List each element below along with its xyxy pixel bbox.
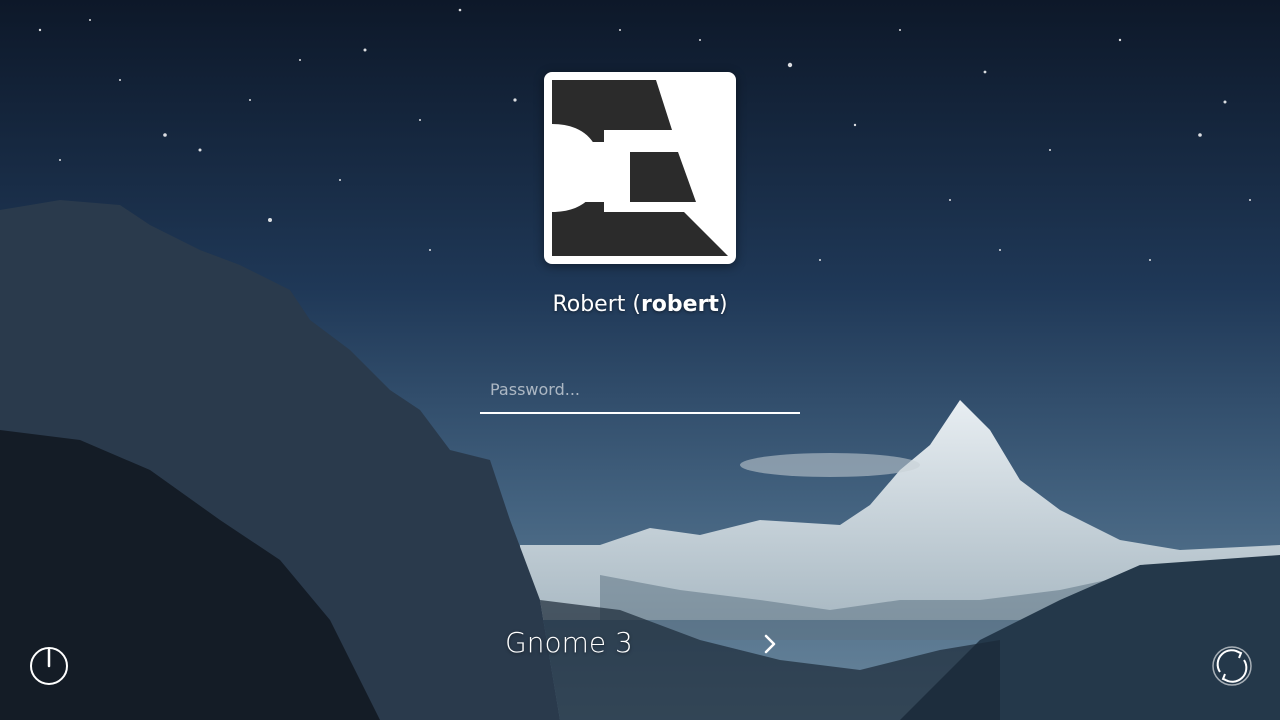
password-input[interactable] <box>480 370 800 408</box>
user-login-name: robert <box>640 292 719 317</box>
session-name[interactable]: Gnome 3 <box>505 626 633 659</box>
user-name-label: Robert (robert) <box>552 292 728 317</box>
user-display-name: Robert <box>552 292 626 317</box>
cloud <box>740 453 920 477</box>
chevron-right-icon[interactable] <box>758 632 782 656</box>
user-avatar-logo <box>552 80 728 256</box>
login-screen: Robert (robert) Gnome 3 <box>0 0 1280 720</box>
session-selector: Gnome 3 <box>500 622 790 666</box>
password-field-container <box>480 370 800 414</box>
refresh-icon[interactable] <box>1210 644 1254 688</box>
power-icon[interactable] <box>27 644 71 688</box>
user-avatar <box>544 72 736 264</box>
